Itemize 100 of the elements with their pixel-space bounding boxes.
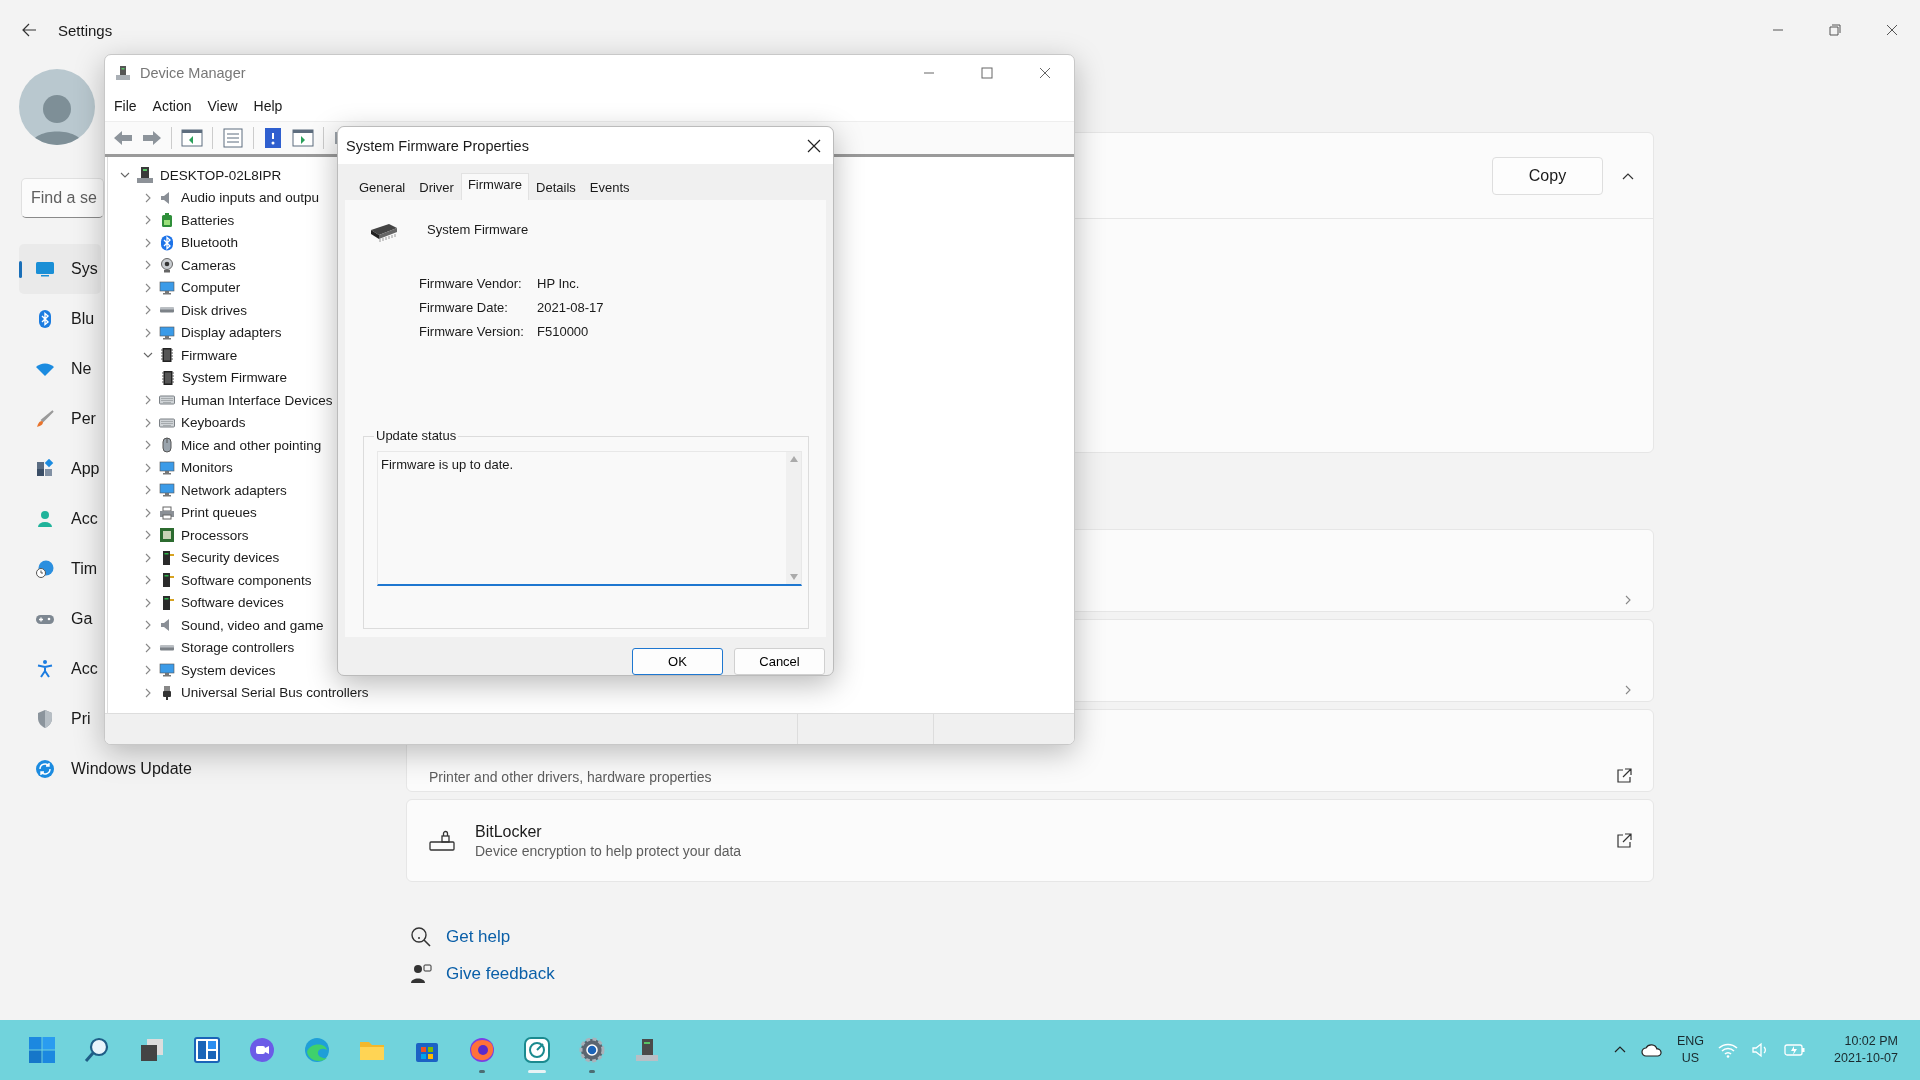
windows-logo-icon[interactable] — [28, 1036, 56, 1064]
expand-chevron-icon[interactable] — [143, 215, 153, 226]
expand-chevron-icon[interactable] — [143, 260, 153, 271]
clock-time[interactable]: 10:02 PM — [1844, 1033, 1898, 1050]
scroll-up-icon[interactable] — [789, 455, 798, 462]
tree-item[interactable]: Software components — [181, 572, 312, 588]
tree-item[interactable]: Keyboards — [181, 415, 246, 431]
nav-item[interactable]: Acc — [19, 644, 101, 694]
tree-item[interactable]: System devices — [181, 662, 276, 678]
tree-item[interactable]: Disk drives — [181, 302, 247, 318]
expand-chevron-icon[interactable] — [143, 282, 153, 293]
tree-item[interactable]: Firmware — [181, 347, 238, 363]
app-icon[interactable] — [523, 1036, 551, 1064]
settings-row[interactable]: BitLocker Device encryption to help protect your data — [406, 799, 1654, 882]
nav-item[interactable]: Ga — [19, 594, 101, 644]
tab[interactable]: Details — [529, 173, 583, 200]
expand-chevron-icon[interactable] — [143, 305, 153, 316]
tab[interactable]: Events — [582, 173, 637, 200]
menu-item[interactable]: Help — [247, 95, 289, 117]
status-textbox[interactable]: Firmware is up to date. — [377, 450, 802, 586]
tree-item[interactable]: Storage controllers — [181, 640, 295, 656]
clock-date[interactable]: 2021-10-07 — [1834, 1050, 1898, 1067]
task-view-icon[interactable] — [138, 1036, 166, 1064]
expand-chevron-icon[interactable] — [143, 687, 153, 698]
tree-item[interactable]: Human Interface Devices — [181, 392, 333, 408]
menu-item[interactable]: File — [108, 95, 143, 117]
maximize-icon[interactable] — [981, 67, 993, 79]
tree-item[interactable]: Sound, video and game — [181, 617, 324, 633]
computer-icon[interactable] — [633, 1036, 661, 1064]
copy-button[interactable]: Copy — [1492, 156, 1603, 195]
scrollbar[interactable] — [786, 451, 801, 584]
tree-item[interactable]: DESKTOP-02L8IPR — [160, 167, 282, 183]
dialog-button[interactable]: OK — [632, 648, 723, 675]
nav-item[interactable]: Sys — [19, 244, 101, 294]
tree-item[interactable]: Universal Serial Bus controllers — [181, 685, 369, 701]
nav-item[interactable]: Windows Update — [19, 744, 239, 794]
expand-chevron-icon[interactable] — [143, 642, 153, 653]
window-icon[interactable] — [292, 128, 314, 148]
tree-item[interactable]: System Firmware — [182, 370, 287, 386]
back-arrow-icon[interactable] — [21, 22, 37, 38]
help-link[interactable]: Get help — [446, 927, 511, 947]
window-icon[interactable] — [181, 128, 203, 148]
close-icon[interactable] — [1885, 24, 1898, 36]
restore-icon[interactable] — [1828, 24, 1841, 36]
expand-chevron-icon[interactable] — [143, 485, 153, 496]
tree-item[interactable]: Display adapters — [181, 325, 282, 341]
help-link[interactable]: Give feedback — [446, 964, 555, 984]
forward-arrow-icon[interactable] — [142, 129, 162, 147]
external-link-icon[interactable] — [1615, 831, 1633, 850]
tree-item[interactable]: Print queues — [181, 505, 257, 521]
tree-item[interactable]: Monitors — [181, 460, 233, 476]
tree-item[interactable]: Mice and other pointing — [181, 437, 322, 453]
expand-chevron-icon[interactable] — [143, 507, 153, 518]
nav-item[interactable]: Tim — [19, 544, 101, 594]
tree-item[interactable]: Batteries — [181, 212, 235, 228]
language-indicator[interactable]: ENG — [1676, 1033, 1705, 1050]
expand-chevron-icon[interactable] — [143, 575, 153, 586]
expand-chevron-icon[interactable] — [143, 665, 153, 676]
nav-item[interactable]: Pri — [19, 694, 101, 744]
dialog-button[interactable]: Cancel — [734, 648, 825, 675]
tree-item[interactable]: Audio inputs and outpu — [181, 190, 320, 206]
expand-chevron-icon[interactable] — [143, 395, 153, 406]
tree-item[interactable]: Computer — [181, 280, 241, 296]
menu-item[interactable]: View — [201, 95, 244, 117]
cloud-icon[interactable] — [1640, 1042, 1663, 1058]
region-indicator[interactable]: US — [1681, 1050, 1700, 1067]
close-icon[interactable] — [807, 138, 821, 153]
tree-item[interactable]: Network adapters — [181, 482, 287, 498]
chevron-right-icon[interactable] — [1623, 685, 1633, 695]
tab[interactable]: Firmware — [460, 172, 530, 200]
tree-item[interactable]: Processors — [181, 527, 249, 543]
tree-item[interactable]: Software devices — [181, 595, 284, 611]
browser-icon[interactable] — [468, 1036, 496, 1064]
tab[interactable]: Driver — [412, 173, 461, 200]
chat-icon[interactable] — [248, 1036, 276, 1064]
expand-chevron-icon[interactable] — [143, 552, 153, 563]
external-link-icon[interactable] — [1615, 767, 1633, 785]
nav-item[interactable]: App — [19, 444, 101, 494]
tree-item[interactable]: Cameras — [181, 257, 236, 273]
expand-chevron-icon[interactable] — [143, 530, 153, 541]
help-book-icon[interactable] — [263, 127, 283, 149]
expand-chevron-icon[interactable] — [143, 597, 153, 608]
tab[interactable]: General — [352, 173, 413, 200]
tree-item[interactable]: Security devices — [181, 550, 280, 566]
expand-chevron-icon[interactable] — [143, 440, 153, 451]
nav-item[interactable]: Blu — [19, 294, 101, 344]
scroll-down-icon[interactable] — [789, 573, 798, 580]
expand-chevron-icon[interactable] — [143, 327, 153, 338]
expand-chevron-icon[interactable] — [143, 417, 153, 428]
settings-icon[interactable] — [578, 1036, 606, 1064]
widgets-icon[interactable] — [193, 1036, 221, 1064]
search-field[interactable]: Find a se — [21, 178, 104, 218]
list-icon[interactable] — [222, 128, 244, 148]
menu-item[interactable]: Action — [146, 95, 198, 117]
expand-chevron-icon[interactable] — [143, 462, 153, 473]
nav-item[interactable]: Ne — [19, 344, 101, 394]
chevron-right-icon[interactable] — [1623, 595, 1633, 605]
nav-item[interactable]: Per — [19, 394, 101, 444]
expand-chevron-icon[interactable] — [143, 192, 153, 203]
tree-item[interactable]: Bluetooth — [181, 235, 239, 251]
